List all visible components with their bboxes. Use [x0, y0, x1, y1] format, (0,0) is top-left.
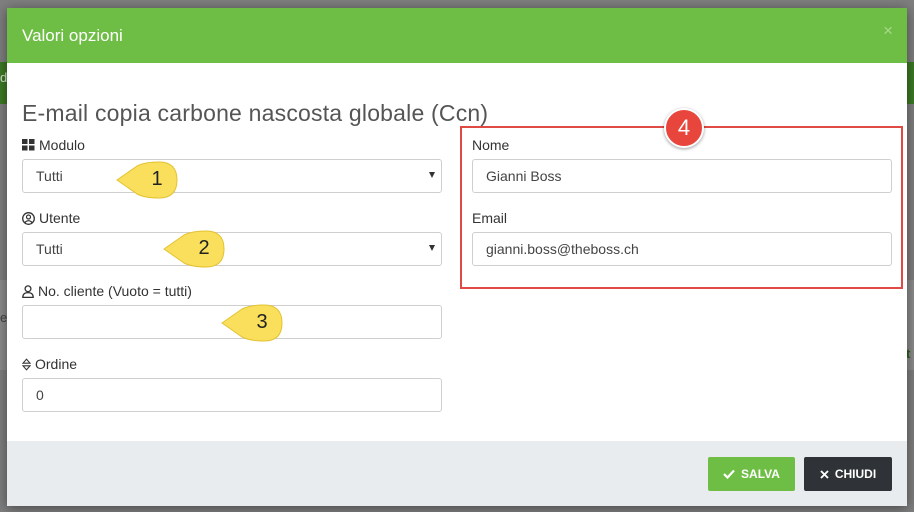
ordine-input[interactable]: 0 [22, 378, 442, 412]
user-circle-icon [22, 211, 35, 225]
callout-1: 1 [115, 161, 179, 199]
close-icon [820, 469, 829, 479]
save-button-label: SALVA [741, 467, 780, 481]
save-button[interactable]: SALVA [708, 457, 795, 491]
utente-select-value: Tutti [36, 241, 63, 257]
email-input[interactable]: gianni.boss@theboss.ch [472, 232, 892, 266]
chevron-down-icon [429, 172, 435, 178]
email-input-value: gianni.boss@theboss.ch [486, 241, 639, 257]
chevron-down-icon [429, 245, 435, 251]
modal-title: Valori opzioni [22, 26, 123, 45]
cliente-label: No. cliente (Vuoto = tutti) [38, 283, 192, 299]
utente-label: Utente [39, 210, 81, 226]
ordine-label-group: Ordine [22, 356, 77, 372]
modal-header: Valori opzioni × [7, 8, 907, 63]
nome-label: Nome [472, 137, 510, 153]
modal-footer: SALVA CHIUDI [7, 441, 907, 506]
user-icon [22, 284, 34, 298]
modulo-label: Modulo [39, 137, 85, 153]
grid-icon [22, 139, 35, 151]
ordine-input-value: 0 [36, 387, 44, 403]
close-icon[interactable]: × [883, 21, 893, 41]
modulo-label-group: Modulo [22, 137, 85, 153]
close-button-label: CHIUDI [834, 467, 877, 481]
options-modal: Valori opzioni × E-mail copia carbone na… [7, 8, 907, 506]
close-button[interactable]: CHIUDI [804, 457, 892, 491]
section-title: E-mail copia carbone nascosta globale (C… [22, 100, 489, 126]
callout-2: 2 [162, 230, 226, 268]
nome-input[interactable]: Gianni Boss [472, 159, 892, 193]
callout-4: 4 [664, 108, 704, 148]
modulo-select[interactable]: Tutti [22, 159, 442, 193]
cliente-label-group: No. cliente (Vuoto = tutti) [22, 283, 192, 299]
check-icon [723, 469, 735, 479]
email-label: Email [472, 210, 508, 226]
callout-number: 2 [198, 237, 210, 259]
sort-icon [22, 357, 31, 371]
callout-number: 3 [256, 311, 268, 333]
ordine-label: Ordine [35, 356, 78, 372]
utente-select[interactable]: Tutti [22, 232, 442, 266]
nome-input-value: Gianni Boss [486, 168, 562, 184]
callout-3: 3 [220, 304, 284, 342]
modulo-select-value: Tutti [36, 168, 63, 184]
callout-number: 1 [151, 168, 163, 190]
utente-label-group: Utente [22, 210, 80, 226]
